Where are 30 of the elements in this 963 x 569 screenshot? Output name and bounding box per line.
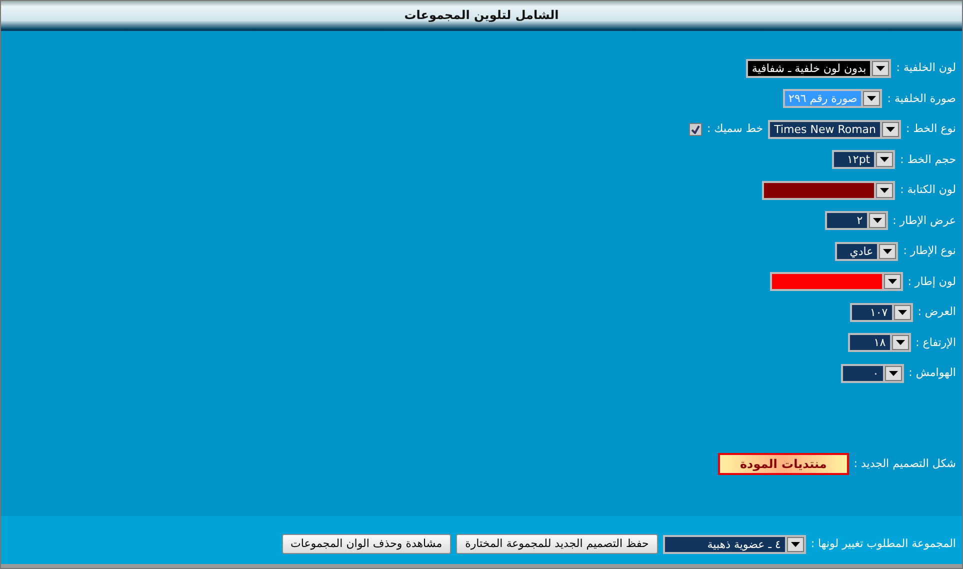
field-label: لون الخلفية : (896, 60, 956, 76)
field-label: نوع الخط : (906, 121, 956, 137)
dropdown[interactable]: ١٨ (848, 333, 911, 352)
checkbox-label: خط سميك : (706, 121, 764, 137)
window-title: الشامل لتلوين المجموعات (404, 7, 559, 24)
field-label: الهوامش : (908, 365, 956, 381)
dropdown[interactable] (762, 180, 896, 200)
group-label: المجموعة المطلوب تغيير لونها : (810, 536, 956, 552)
preview-label: شكل التصميم الجديد : (854, 456, 956, 472)
field-label: نوع الإطار : (903, 243, 956, 259)
field-label: لون إطار : (908, 274, 956, 290)
dropdown[interactable]: Times New Roman (768, 120, 902, 139)
field-label: حجم الخط : (900, 152, 956, 168)
field-label: الإرتفاع : (916, 334, 956, 351)
field-label: لون الكتابة : (900, 182, 956, 198)
preview-banner: منتديات المودة (718, 452, 849, 475)
dropdown[interactable]: ١٠٧ (850, 302, 913, 322)
dropdown[interactable]: ٠ (840, 364, 904, 383)
view-button[interactable]: مشاهدة وحذف الوان المجموعات (282, 534, 452, 554)
dropdown[interactable]: عادي (835, 242, 898, 261)
field-label: عرض الإطار : (892, 212, 956, 229)
dropdown[interactable]: ٤ ـ عضوية ذهبية (662, 534, 806, 554)
checkbox[interactable] (688, 122, 702, 136)
field-label: العرض : (918, 304, 956, 320)
dropdown[interactable]: بدون لون خلفية ـ شفافية (746, 58, 892, 78)
save-button[interactable]: حفظ التصميم الجديد للمجموعة المختارة (456, 534, 658, 554)
dropdown[interactable]: ١٢pt (832, 150, 896, 170)
dropdown[interactable] (770, 272, 903, 292)
dropdown[interactable]: ٢ (824, 211, 888, 230)
field-label: صورة الخلفية : (887, 90, 956, 107)
